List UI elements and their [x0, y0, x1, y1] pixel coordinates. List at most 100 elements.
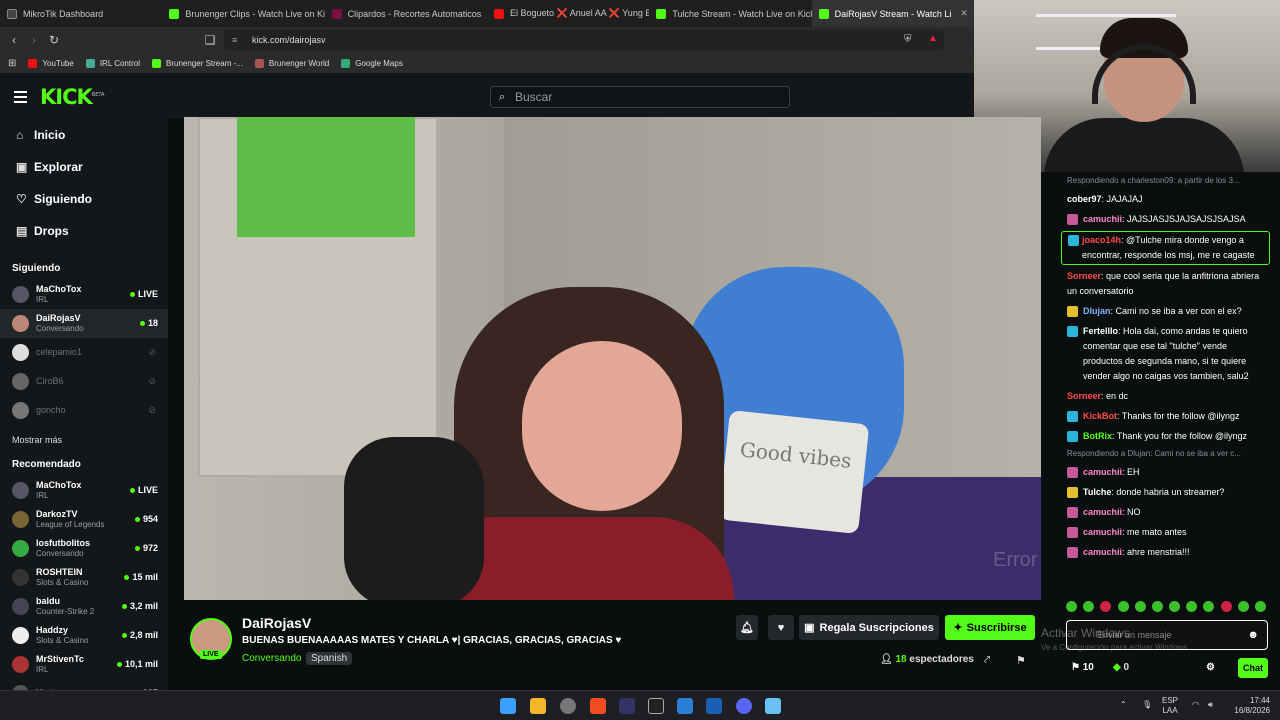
emote-icon[interactable]	[1203, 601, 1215, 612]
channel-item[interactable]: goncho ⊘	[0, 396, 168, 425]
gift-subs-button[interactable]: ▣ Regala Suscripciones	[799, 615, 939, 640]
chat-username[interactable]: Sorneer	[1067, 271, 1101, 281]
chat-message[interactable]: Sorneer: en dc	[1041, 388, 1280, 405]
emote-icon[interactable]	[1169, 601, 1181, 612]
nav-item-inicio[interactable]: ⌂ Inicio	[0, 119, 168, 151]
emote-icon[interactable]	[1186, 601, 1198, 612]
clock[interactable]: 17:44 16/8/2026	[1226, 696, 1270, 716]
emote-icon[interactable]	[1220, 601, 1232, 612]
mic-icon[interactable]: 🎙︎	[1142, 700, 1152, 710]
bookmark-item[interactable]: IRL Control	[85, 58, 140, 68]
bookmark-item[interactable]: Google Maps	[341, 58, 403, 68]
chat-username[interactable]: KickBot	[1083, 411, 1117, 421]
bookmark-item[interactable]: Brunenger World	[254, 58, 329, 68]
emote-icon[interactable]	[1066, 601, 1077, 612]
wifi-icon[interactable]: ◠	[1192, 700, 1199, 710]
channel-item[interactable]: MrStivenTc IRL 10,1 mil	[0, 650, 168, 679]
app2-icon[interactable]	[706, 698, 722, 714]
stream-category[interactable]: Conversando	[242, 653, 301, 664]
chat-username[interactable]: camuchii	[1083, 527, 1122, 537]
channel-item[interactable]: ROSHTEIN Slots & Casino 15 mil	[0, 563, 168, 592]
chat-message[interactable]: camuchii: EH	[1041, 464, 1280, 481]
emote-icon[interactable]	[1134, 601, 1146, 612]
emote-icon[interactable]	[1151, 601, 1163, 612]
reload-icon[interactable]: ↻	[44, 33, 64, 47]
emoji-icon[interactable]: ☻	[1247, 629, 1259, 641]
language-indicator[interactable]: ESP LAA	[1162, 696, 1178, 716]
chat-message[interactable]: camuchii: JAJSJASJSJAJSAJSJSAJSA	[1041, 211, 1280, 228]
chat-message[interactable]: camuchii: me mato antes	[1041, 524, 1280, 541]
chat-username[interactable]: BotRix	[1083, 431, 1112, 441]
chat-username[interactable]: Sorneer	[1067, 391, 1101, 401]
chat-username[interactable]: camuchii	[1083, 467, 1122, 477]
chat-username[interactable]: camuchii	[1083, 507, 1122, 517]
points-counter[interactable]: ⚑ 10	[1071, 662, 1094, 673]
browser-tab[interactable]: El Bogueto ❌ Anuel AA ❌ Yung Be	[487, 0, 649, 27]
start-icon[interactable]	[500, 698, 516, 714]
chat-username[interactable]: camuchii	[1083, 547, 1122, 557]
follow-button[interactable]: ♥	[768, 615, 794, 640]
video-player[interactable]: Good vibes	[184, 117, 1041, 600]
notifications-button[interactable]: 🔔︎	[736, 615, 758, 640]
chat-username[interactable]: camuchii	[1083, 214, 1122, 224]
subscribe-button[interactable]: ✦ Suscribirse	[945, 615, 1035, 640]
chrome-icon[interactable]	[560, 698, 576, 714]
language-tag[interactable]: Spanish	[306, 652, 353, 665]
tab-close-icon[interactable]: ✕	[960, 8, 968, 19]
chat-username[interactable]: Tulche	[1083, 487, 1111, 497]
search-input[interactable]: ⌕ Buscar	[490, 86, 790, 108]
streamer-name[interactable]: DaiRojasV	[242, 615, 311, 631]
browser-tab[interactable]: Clipardos - Recortes Automaticos	[325, 0, 487, 27]
chat-settings-icon[interactable]: ⚙	[1206, 662, 1215, 673]
chat-message[interactable]: BotRix: Thank you for the follow @ilyngz	[1041, 428, 1280, 445]
brave-icon[interactable]	[590, 698, 606, 714]
chat-username[interactable]: joaco14h	[1082, 235, 1121, 245]
emote-icon[interactable]	[1254, 601, 1266, 612]
chat-message[interactable]: camuchii: NO	[1041, 504, 1280, 521]
channel-item[interactable]: MaChoTox IRL LIVE	[0, 476, 168, 505]
kick-logo[interactable]: KICKBETA	[40, 85, 104, 109]
channel-item[interactable]: MaChoTox IRL LIVE	[0, 280, 168, 309]
show-more-link[interactable]: Mostrar más	[0, 425, 168, 451]
bookmark-icon[interactable]: ❑	[200, 33, 220, 47]
channel-item[interactable]: baldu Counter-Strike 2 3,2 mil	[0, 592, 168, 621]
back-icon[interactable]: ‹	[4, 33, 24, 47]
app-icon[interactable]	[619, 698, 635, 714]
channel-item[interactable]: DarkozTV League of Legends 954	[0, 505, 168, 534]
terminal-icon[interactable]	[648, 698, 664, 714]
nav-item-siguiendo[interactable]: ♡ Siguiendo	[0, 183, 168, 215]
chat-message[interactable]: Fertelllo: Hola dai, como andas te quier…	[1041, 323, 1280, 385]
emote-icon[interactable]	[1237, 601, 1249, 612]
nav-item-drops[interactable]: ▤ Drops	[0, 215, 168, 247]
nav-item-explorar[interactable]: ▣ Explorar	[0, 151, 168, 183]
emote-icon[interactable]	[1083, 601, 1095, 612]
notepad-icon[interactable]	[765, 698, 781, 714]
url-field[interactable]: ≡ kick.com/dairojasv	[224, 30, 944, 50]
send-chat-button[interactable]: Chat	[1238, 658, 1268, 678]
channel-item[interactable]: CiroB6 ⊘	[0, 367, 168, 396]
kicks-counter[interactable]: ◆ 0	[1113, 662, 1129, 673]
file-explorer-icon[interactable]	[530, 698, 546, 714]
browser-tab[interactable]: Tulche Stream - Watch Live on Kick	[649, 0, 812, 27]
chat-username[interactable]: Dlujan	[1083, 306, 1111, 316]
browser-tab[interactable]: MikroTik Dashboard	[0, 0, 162, 27]
discord-icon[interactable]	[736, 698, 752, 714]
site-info-icon[interactable]: ≡	[232, 35, 237, 45]
chat-message[interactable]: joaco14h: @Tulche mira donde vengo a enc…	[1061, 231, 1270, 265]
channel-item[interactable]: DaiRojasV Conversando 18	[0, 309, 168, 338]
chat-message[interactable]: KickBot: Thanks for the follow @ilyngz	[1041, 408, 1280, 425]
emote-icon[interactable]	[1100, 601, 1112, 612]
bookmark-item[interactable]: YouTube	[28, 58, 74, 68]
report-icon[interactable]: ⚑	[1016, 654, 1026, 667]
chat-message[interactable]: cober97: JAJAJAJ	[1041, 191, 1280, 208]
vscode-icon[interactable]	[677, 698, 693, 714]
apps-grid-icon[interactable]: ⊞	[8, 58, 16, 69]
rewards-icon[interactable]: ▲	[928, 33, 938, 44]
menu-icon[interactable]	[14, 91, 27, 106]
emote-icon[interactable]	[1117, 601, 1129, 612]
browser-tab[interactable]: DaiRojasV Stream - Watch Li ✕	[811, 0, 974, 27]
chat-username[interactable]: cober97	[1067, 194, 1102, 204]
browser-tab[interactable]: Brunenger Clips - Watch Live on Kick	[162, 0, 325, 27]
channel-item[interactable]: Haddzy Slots & Casino 2,8 mil	[0, 621, 168, 650]
share-icon[interactable]: ⤤	[984, 654, 990, 667]
